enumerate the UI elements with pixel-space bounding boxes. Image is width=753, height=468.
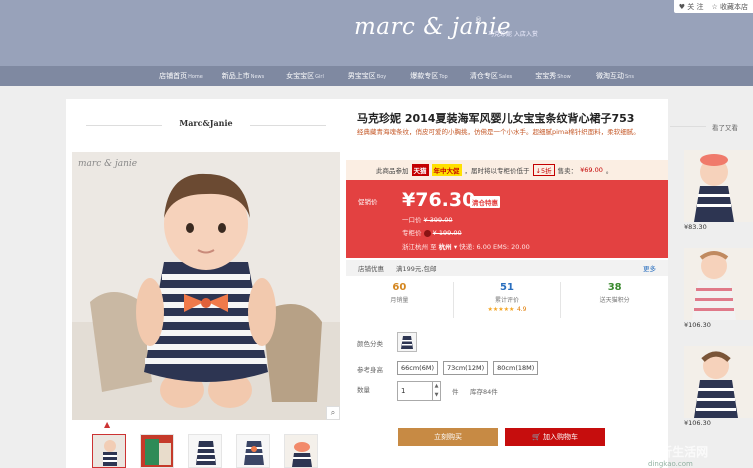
thumbnail-2[interactable] [140, 434, 174, 468]
event-badge: 年中大促 [431, 164, 462, 176]
side-product-1[interactable]: ¥83.30 [684, 150, 753, 231]
more-offers-link[interactable]: 更多 [643, 263, 656, 273]
nav-sns[interactable]: 微淘互动Sns [584, 66, 646, 86]
cart-icon: 🛒 [532, 433, 543, 441]
size-label: 参考身高 [357, 366, 383, 374]
divider [250, 125, 326, 126]
thumbnail-4[interactable] [236, 434, 270, 468]
side-product-2[interactable]: ¥106.30 [684, 248, 753, 329]
side-product-3[interactable]: ¥106.30 [684, 346, 753, 427]
sales-stats: 60 月销量 51 累计评价 ★★★★★ 4.9 38 送天猫积分 [346, 282, 668, 318]
nav-boy[interactable]: 男宝宝区Boy [336, 66, 398, 86]
thumbnail-3[interactable] [188, 434, 222, 468]
nav-home[interactable]: 店铺首页Home [150, 66, 212, 86]
thumbnail-5[interactable] [284, 434, 318, 468]
divider [670, 126, 706, 127]
counter-price-dot-icon [423, 229, 431, 237]
tmall-badge: 天猫 [411, 164, 429, 176]
store-offer-text: 满199元,包邮 [396, 265, 437, 273]
size-option-66[interactable]: 66cm(6M) [397, 361, 438, 375]
nav-sales[interactable]: 清仓专区Sales [460, 66, 522, 86]
thumbnail-strip [92, 434, 318, 468]
brand-registered-mark: ® [475, 16, 482, 24]
reviews-stat[interactable]: 51 累计评价 ★★★★★ 4.9 [454, 282, 562, 318]
photo-brand-watermark: marc & janie [78, 159, 137, 169]
store-nav: 店铺首页Home 新品上市News 女宝宝区Girl 男宝宝区Boy 爆款专区T… [0, 66, 753, 86]
size-option-80[interactable]: 80cm(18M) [493, 361, 539, 375]
store-name: Marc&Janie [179, 118, 233, 128]
buy-now-button[interactable]: 立刻购买 [398, 428, 498, 446]
event-sale-price: ¥69.00 [580, 166, 603, 174]
quantity-stepper[interactable]: ▲ ▼ [433, 381, 441, 401]
color-label: 颜色分类 [357, 340, 383, 348]
site-watermark: 丁 折生活网 dingkao.com [608, 420, 753, 468]
svg-text:dingkao.com: dingkao.com [648, 460, 693, 468]
store-header: marc & janie ® 马克珍妮 入店入赏 ♥ 关 注 ☆ 收藏本店 [0, 0, 753, 66]
quantity-unit: 件 [452, 388, 459, 396]
shipping-row: 浙江杭州 至 杭州 ▾ 快递: 6.00 EMS: 20.00 [402, 243, 530, 251]
zoom-icon[interactable]: ⌕ [326, 406, 340, 420]
thumb-scroll-up-icon[interactable]: ▲ [104, 420, 110, 429]
top-links: ♥ 关 注 ☆ 收藏本店 [673, 0, 753, 13]
original-price-row: 一口价 ¥ 399.00 [402, 216, 453, 224]
stock-count: 库存84件 [470, 388, 498, 396]
store-offer-row: 店铺优惠 满199元,包邮 更多 [346, 260, 668, 276]
ship-to-select[interactable]: 杭州 ▾ [439, 243, 458, 251]
size-option-73[interactable]: 73cm(12M) [443, 361, 489, 375]
favorite-store-link[interactable]: ☆ 收藏本店 [711, 2, 748, 12]
quantity-label: 数量 [357, 386, 370, 394]
price-box: 促销价 ¥76.30 清仓特惠 一口价 ¥ 399.00 专柜价 ¥ 199.0… [346, 180, 668, 258]
product-title: 马克珍妮 2014夏装海军风婴儿女宝宝条纹背心裙子753 [357, 112, 635, 125]
size-options: 66cm(6M) 73cm(12M) 80cm(18M) [397, 361, 539, 375]
thumbnail-1[interactable] [92, 434, 126, 468]
counter-price-row: 专柜价 ¥ 199.00 [402, 229, 462, 237]
points-stat: 38 送天猫积分 [599, 282, 630, 304]
follow-link[interactable]: ♥ 关 注 [679, 2, 704, 12]
see-also-title: 看了又看 [712, 124, 738, 132]
nav-news[interactable]: 新品上市News [212, 66, 274, 86]
nav-top[interactable]: 爆款专区Top [398, 66, 460, 86]
discount-badge: ↓5折 [532, 164, 555, 176]
svg-text:丁 折生活网: 丁 折生活网 [644, 444, 708, 459]
rating-stars-icon: ★★★★★ [487, 306, 515, 313]
clearance-badge: 清仓特惠 [470, 196, 500, 208]
monthly-sales-stat: 60 月销量 [346, 282, 454, 318]
brand-tagline: 马克珍妮 入店入赏 [488, 31, 538, 38]
promo-price: ¥76.30 [402, 189, 476, 211]
nav-show[interactable]: 宝宝秀Show [522, 66, 584, 86]
price-label: 促销价 [358, 198, 378, 206]
add-to-cart-button[interactable]: 🛒 加入购物车 [505, 428, 605, 446]
quantity-input[interactable]: 1 [397, 381, 433, 401]
color-option[interactable] [397, 332, 417, 352]
product-subtitle: 经典藏青海魂条纹，俏皮可爱的小胸挑，仿佛是一个小水手。超细腻pima棉针织面料，… [357, 128, 640, 136]
nav-girl[interactable]: 女宝宝区Girl [274, 66, 336, 86]
promo-notice: 此商品参加 天猫 年中大促 ，届时将以专柜价低于 ↓5折 售卖： ¥69.00。 [346, 160, 668, 180]
main-product-photo[interactable]: marc & janie [72, 152, 340, 420]
